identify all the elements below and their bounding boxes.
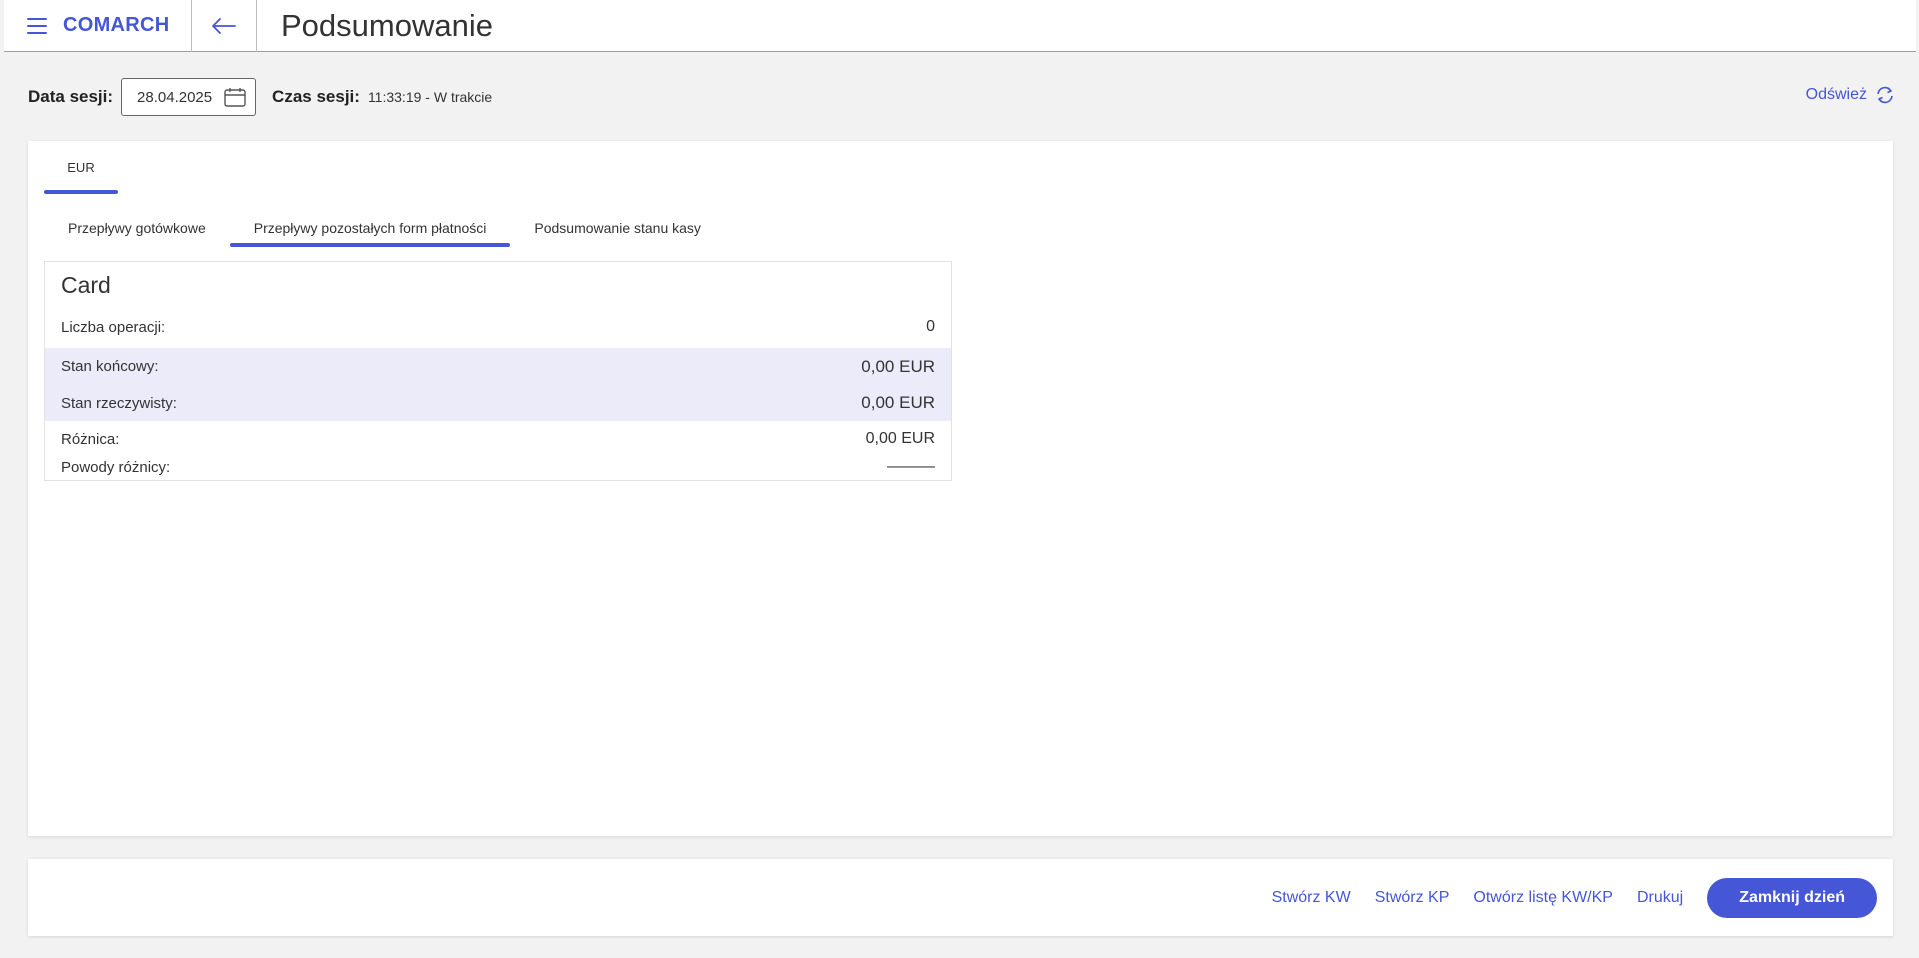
- tab-cash-flows[interactable]: Przepływy gotówkowe: [44, 209, 230, 247]
- closing-balance-row: Stan końcowy: 0,00 EUR: [45, 348, 951, 385]
- back-button[interactable]: [192, 0, 257, 52]
- row-label: Powody różnicy:: [61, 458, 171, 476]
- tab-cash-summary[interactable]: Podsumowanie stanu kasy: [510, 209, 725, 247]
- row-value: 0,00 EUR: [865, 430, 935, 447]
- refresh-label: Odśwież: [1805, 86, 1867, 103]
- create-kw-button[interactable]: Stwórz KW: [1272, 889, 1351, 907]
- row-value: 0,00 EUR: [861, 393, 935, 412]
- session-time-value: 11:33:19 - W trakcie: [367, 89, 493, 105]
- summary-panel: EUR Przepływy gotówkowe Przepływy pozost…: [28, 141, 1893, 836]
- payment-method-card: Card Liczba operacji: 0 Stan końcowy: 0,…: [44, 261, 952, 481]
- session-bar: Data sesji: 28.04.2025 Czas sesji: 11:33…: [28, 78, 492, 116]
- row-value: 0: [926, 318, 935, 335]
- hamburger-icon[interactable]: [27, 17, 47, 34]
- session-date-value: 28.04.2025: [137, 88, 213, 106]
- tab-label: Przepływy pozostałych form płatności: [253, 220, 487, 236]
- currency-tab-label: EUR: [67, 160, 95, 175]
- refresh-icon: [1877, 86, 1893, 104]
- main-menu-button[interactable]: COMARCH: [4, 0, 192, 52]
- brand-logo: COMARCH: [63, 14, 170, 36]
- session-time-label: Czas sesji:: [272, 87, 360, 106]
- refresh-button[interactable]: Odśwież: [1806, 86, 1895, 104]
- arrow-left-icon: [212, 17, 236, 34]
- row-label: Stan końcowy:: [61, 358, 159, 375]
- calendar-icon[interactable]: [224, 87, 246, 107]
- open-kw-kp-list-button[interactable]: Otwórz listę KW/KP: [1473, 889, 1613, 907]
- difference-reasons-row: Powody różnicy: ———: [45, 454, 951, 480]
- difference-row: Różnica: 0,00 EUR: [45, 426, 951, 452]
- row-value: 0,00 EUR: [861, 356, 935, 376]
- session-date-label: Data sesji:: [28, 87, 114, 106]
- top-bar: COMARCH Podsumowanie: [4, 0, 1916, 52]
- operations-count-row: Liczba operacji: 0: [45, 312, 951, 342]
- actual-balance-row: Stan rzeczywisty: 0,00 EUR: [45, 385, 951, 421]
- currency-tab-eur[interactable]: EUR: [44, 141, 118, 194]
- tab-label: Podsumowanie stanu kasy: [534, 220, 701, 236]
- tab-other-payment-flows[interactable]: Przepływy pozostałych form płatności: [229, 209, 511, 247]
- create-kp-button[interactable]: Stwórz KP: [1375, 889, 1450, 907]
- row-label: Liczba operacji:: [61, 318, 166, 336]
- session-date-picker[interactable]: 28.04.2025: [121, 78, 257, 116]
- page-title: Podsumowanie: [281, 7, 493, 43]
- row-value: ———: [887, 458, 935, 475]
- row-label: Stan rzeczywisty:: [61, 394, 177, 412]
- print-button[interactable]: Drukuj: [1637, 889, 1683, 907]
- close-day-label: Zamknij dzień: [1739, 888, 1845, 906]
- payment-method-title: Card: [61, 272, 111, 298]
- action-bar: Stwórz KW Stwórz KP Otwórz listę KW/KP D…: [28, 859, 1893, 936]
- tab-label: Przepływy gotówkowe: [68, 220, 206, 236]
- flow-tabs: Przepływy gotówkowe Przepływy pozostałyc…: [44, 209, 725, 247]
- close-day-button[interactable]: Zamknij dzień: [1707, 877, 1877, 918]
- row-label: Różnica:: [61, 430, 120, 448]
